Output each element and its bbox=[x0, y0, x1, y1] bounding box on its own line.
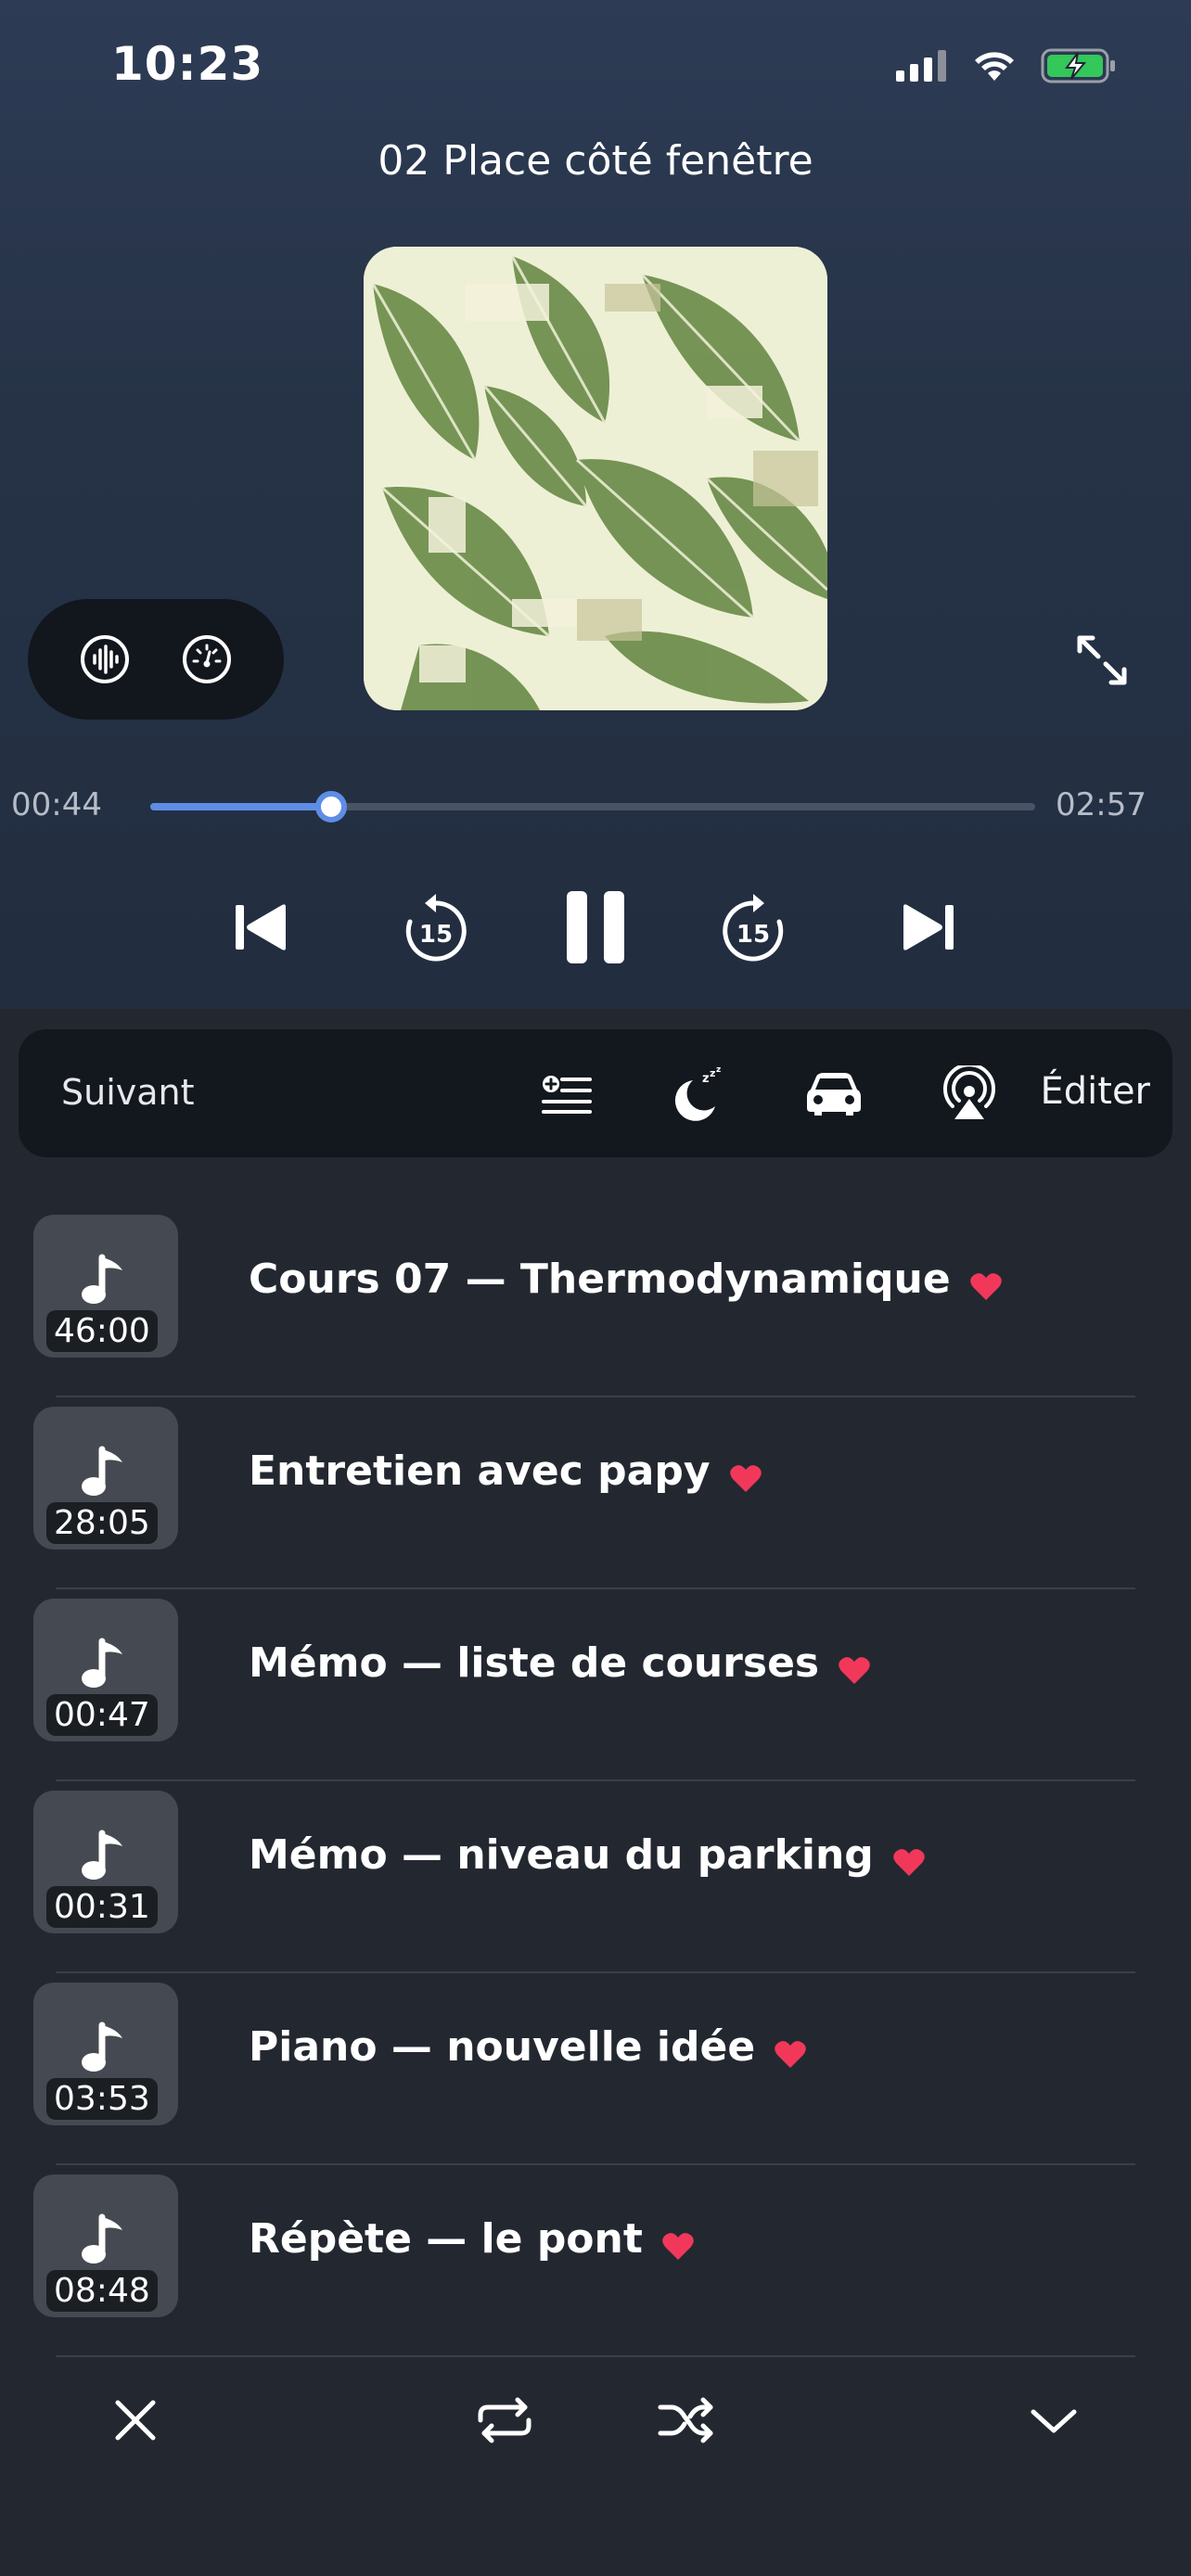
queue-row[interactable]: 46:00 Cours 07 — Thermodynamique bbox=[0, 1205, 1191, 1397]
track-thumbnail: 28:05 bbox=[33, 1407, 178, 1549]
queue-track-title: Répète — le pont bbox=[249, 2215, 643, 2263]
status-icons bbox=[896, 45, 1117, 91]
track-duration: 46:00 bbox=[46, 1310, 158, 1352]
track-thumbnail: 03:53 bbox=[33, 1983, 178, 2125]
queue-row[interactable]: 03:53 Piano — nouvelle idée bbox=[0, 1973, 1191, 2165]
bottom-toolbar bbox=[0, 2374, 1191, 2467]
wifi-icon bbox=[972, 49, 1017, 86]
queue-track-title: Mémo — liste de courses bbox=[249, 1639, 820, 1687]
music-note-icon bbox=[80, 1252, 132, 1307]
track-thumbnail: 46:00 bbox=[33, 1215, 178, 1358]
track-title-row: Cours 07 — Thermodynamique bbox=[249, 1256, 1003, 1303]
skip-next-icon[interactable] bbox=[872, 872, 983, 983]
forward-15-label: 15 bbox=[736, 921, 770, 949]
heart-icon[interactable] bbox=[838, 1649, 871, 1684]
elapsed-time: 00:44 bbox=[11, 786, 102, 823]
transport-controls: 15 15 bbox=[0, 872, 1191, 983]
queue-list: 46:00 Cours 07 — Thermodynamique 28:05 E… bbox=[0, 1205, 1191, 2357]
track-duration: 03:53 bbox=[46, 2078, 158, 2120]
track-thumbnail: 00:31 bbox=[33, 1791, 178, 1933]
svg-text:z: z bbox=[710, 1067, 715, 1079]
track-duration: 00:31 bbox=[46, 1886, 158, 1928]
expand-arrows-icon[interactable] bbox=[1072, 631, 1132, 690]
music-note-icon bbox=[80, 2212, 132, 2267]
speedometer-icon[interactable] bbox=[179, 631, 235, 687]
queue-row[interactable]: 00:47 Mémo — liste de courses bbox=[0, 1589, 1191, 1781]
forward-15-icon[interactable]: 15 bbox=[698, 872, 809, 983]
cellular-signal-icon bbox=[896, 50, 948, 85]
music-note-icon bbox=[80, 2020, 132, 2075]
queue-row[interactable]: 00:31 Mémo — niveau du parking bbox=[0, 1781, 1191, 1973]
music-note-icon bbox=[80, 1444, 132, 1499]
heart-icon[interactable] bbox=[729, 1457, 762, 1492]
svg-text:z: z bbox=[716, 1065, 721, 1075]
rewind-15-label: 15 bbox=[419, 921, 453, 949]
heart-icon[interactable] bbox=[774, 2033, 807, 2068]
track-duration: 08:48 bbox=[46, 2270, 158, 2312]
track-thumbnail: 00:47 bbox=[33, 1599, 178, 1741]
music-note-icon bbox=[80, 1828, 132, 1883]
album-artwork bbox=[364, 247, 827, 710]
music-note-icon bbox=[80, 1636, 132, 1691]
progress-slider[interactable] bbox=[150, 791, 1035, 823]
queue-header: Suivant z z z Éditer bbox=[19, 1029, 1172, 1157]
close-icon[interactable] bbox=[98, 2383, 173, 2457]
heart-icon[interactable] bbox=[969, 1265, 1003, 1300]
status-time: 10:23 bbox=[111, 37, 264, 91]
rewind-15-icon[interactable]: 15 bbox=[380, 872, 492, 983]
track-thumbnail: 08:48 bbox=[33, 2174, 178, 2317]
queue-track-title: Piano — nouvelle idée bbox=[249, 2023, 756, 2071]
now-playing-panel: 10:23 02 Place côté fenêtre 00:44 02:57 … bbox=[0, 0, 1191, 1009]
row-divider bbox=[56, 2355, 1135, 2357]
repeat-icon[interactable] bbox=[467, 2383, 542, 2457]
waveform-icon[interactable] bbox=[77, 631, 133, 687]
skip-previous-icon[interactable] bbox=[206, 872, 317, 983]
airplay-icon[interactable] bbox=[933, 1057, 1005, 1129]
svg-text:z: z bbox=[702, 1072, 710, 1086]
queue-label: Suivant bbox=[61, 1072, 195, 1113]
chevron-down-icon[interactable] bbox=[1017, 2383, 1091, 2457]
pause-icon[interactable] bbox=[540, 872, 651, 983]
queue-row[interactable]: 08:48 Répète — le pont bbox=[0, 2165, 1191, 2357]
audio-tools-pill bbox=[28, 599, 284, 720]
sleep-timer-icon[interactable]: z z z bbox=[662, 1057, 735, 1129]
heart-icon[interactable] bbox=[661, 2225, 695, 2260]
track-title: 02 Place côté fenêtre bbox=[378, 137, 813, 185]
battery-charging-icon bbox=[1041, 47, 1117, 88]
track-duration: 28:05 bbox=[46, 1502, 158, 1544]
total-duration: 02:57 bbox=[1056, 786, 1146, 823]
progress-thumb[interactable] bbox=[314, 791, 347, 823]
heart-icon[interactable] bbox=[892, 1841, 926, 1876]
queue-row[interactable]: 28:05 Entretien avec papy bbox=[0, 1397, 1191, 1589]
track-title-row: Piano — nouvelle idée bbox=[249, 2023, 807, 2071]
add-to-queue-icon[interactable] bbox=[531, 1057, 603, 1129]
queue-track-title: Entretien avec papy bbox=[249, 1447, 711, 1495]
car-icon[interactable] bbox=[798, 1057, 870, 1129]
track-title-row: Entretien avec papy bbox=[249, 1447, 762, 1495]
track-duration: 00:47 bbox=[46, 1694, 158, 1736]
queue-track-title: Cours 07 — Thermodynamique bbox=[249, 1256, 951, 1303]
track-title-row: Mémo — niveau du parking bbox=[249, 1831, 926, 1879]
edit-button[interactable]: Éditer bbox=[1040, 1070, 1150, 1113]
track-title-row: Répète — le pont bbox=[249, 2215, 695, 2263]
queue-track-title: Mémo — niveau du parking bbox=[249, 1831, 874, 1879]
track-title-row: Mémo — liste de courses bbox=[249, 1639, 871, 1687]
shuffle-icon[interactable] bbox=[649, 2383, 724, 2457]
progress-fill bbox=[150, 803, 331, 810]
